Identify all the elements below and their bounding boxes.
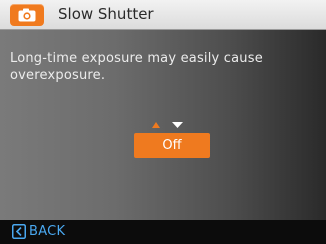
setting-value-selector[interactable]: Off (134, 133, 210, 158)
footer-bar: BACK (0, 220, 326, 244)
warning-message: Long-time exposure may easily cause over… (10, 51, 263, 83)
camera-menu-screen: Slow Shutter Long-time exposure may easi… (0, 0, 326, 244)
camera-icon (10, 4, 44, 26)
back-chevron-icon[interactable] (12, 224, 26, 239)
menu-header: Slow Shutter (0, 0, 326, 30)
up-arrow-icon[interactable] (152, 122, 160, 128)
down-arrow-icon[interactable] (172, 122, 183, 128)
value-arrows (152, 122, 183, 128)
menu-title: Slow Shutter (58, 5, 154, 23)
back-button[interactable]: BACK (29, 224, 65, 240)
